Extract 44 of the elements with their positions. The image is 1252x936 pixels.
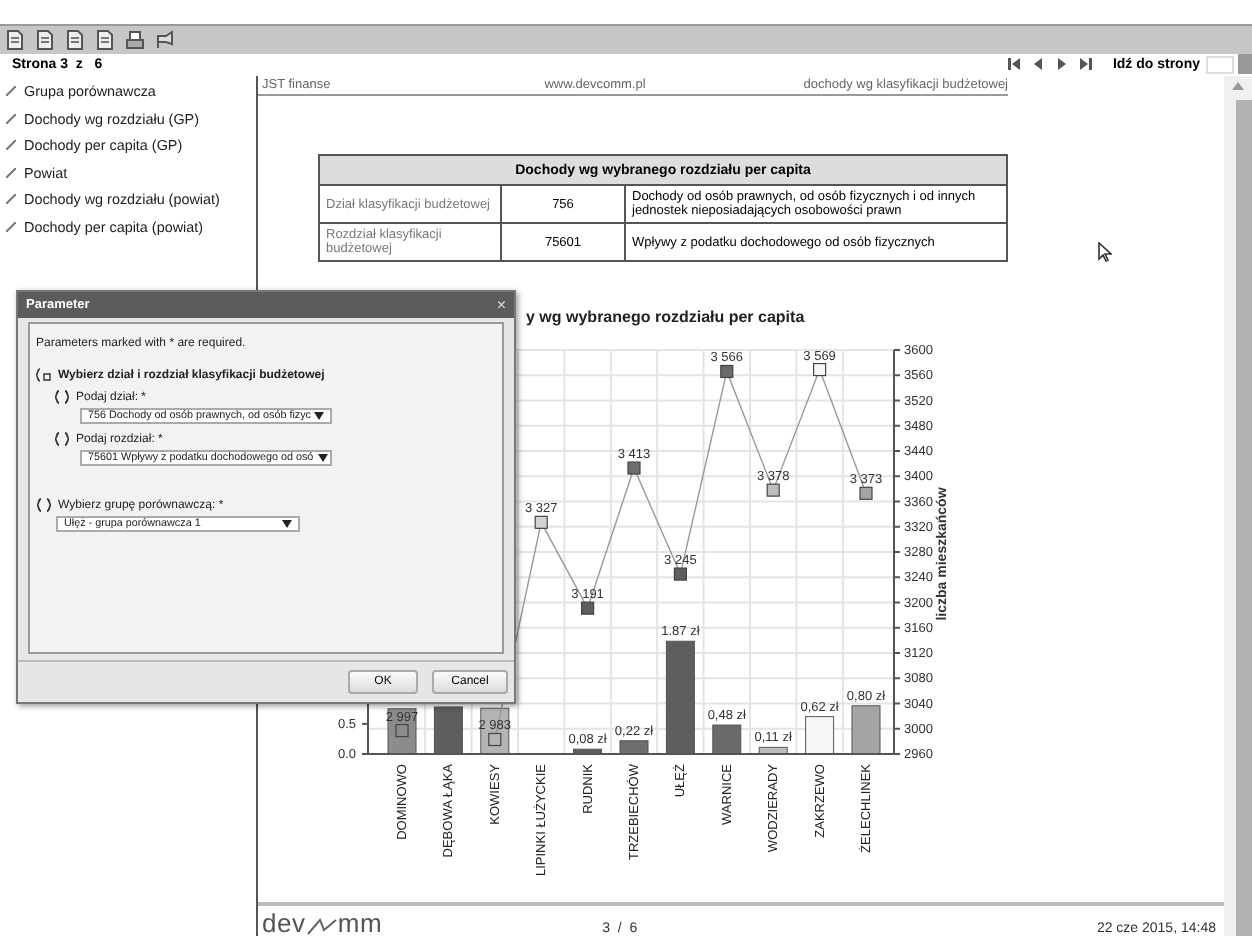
group-icon: [36, 368, 52, 382]
document-icon[interactable]: [36, 30, 54, 50]
bullet-icon: [6, 86, 16, 97]
document-icon[interactable]: [66, 30, 84, 50]
mouse-pointer-icon: [1098, 242, 1112, 262]
caret-icon: [314, 412, 325, 420]
document-icon[interactable]: [96, 30, 114, 50]
bullet-icon: [6, 221, 16, 232]
bar: [805, 716, 835, 755]
data-point-marker: [673, 567, 687, 581]
braces-icon: [54, 390, 70, 404]
printer-icon[interactable]: [126, 30, 144, 50]
bar: [619, 740, 649, 755]
bar: [758, 746, 788, 755]
logo: dev mm: [262, 910, 383, 936]
bullet-icon: [6, 113, 16, 124]
braces-icon: [54, 432, 70, 446]
chart-title: y wg wybranego rozdziału per capita: [526, 308, 807, 330]
bar: [433, 706, 463, 755]
document-icon[interactable]: [6, 30, 24, 50]
caret-icon: [282, 520, 292, 528]
data-point-marker: [813, 362, 827, 377]
first-page-icon[interactable]: [1006, 56, 1023, 72]
data-point-marker: [766, 483, 780, 497]
data-point-marker: [859, 486, 873, 500]
data-point-marker: [720, 364, 734, 379]
bar: [665, 640, 695, 755]
data-point-marker: [581, 601, 595, 615]
last-page-icon[interactable]: [1078, 56, 1095, 72]
bar: [573, 748, 603, 755]
data-point-marker: [534, 515, 548, 529]
bullet-icon: [6, 140, 16, 151]
bar: [712, 724, 742, 755]
bar: [851, 705, 881, 755]
data-point-marker: [488, 732, 502, 747]
page-number-field[interactable]: [1206, 55, 1234, 73]
braces-icon: [36, 498, 52, 512]
bullet-icon: [6, 167, 16, 178]
close-button[interactable]: ×: [496, 296, 506, 314]
bullet-icon: [6, 194, 16, 205]
scrollbar-thumb[interactable]: [1236, 100, 1252, 936]
caret-icon: [317, 454, 328, 462]
data-point-marker: [395, 724, 409, 738]
data-point-marker: [627, 461, 641, 475]
